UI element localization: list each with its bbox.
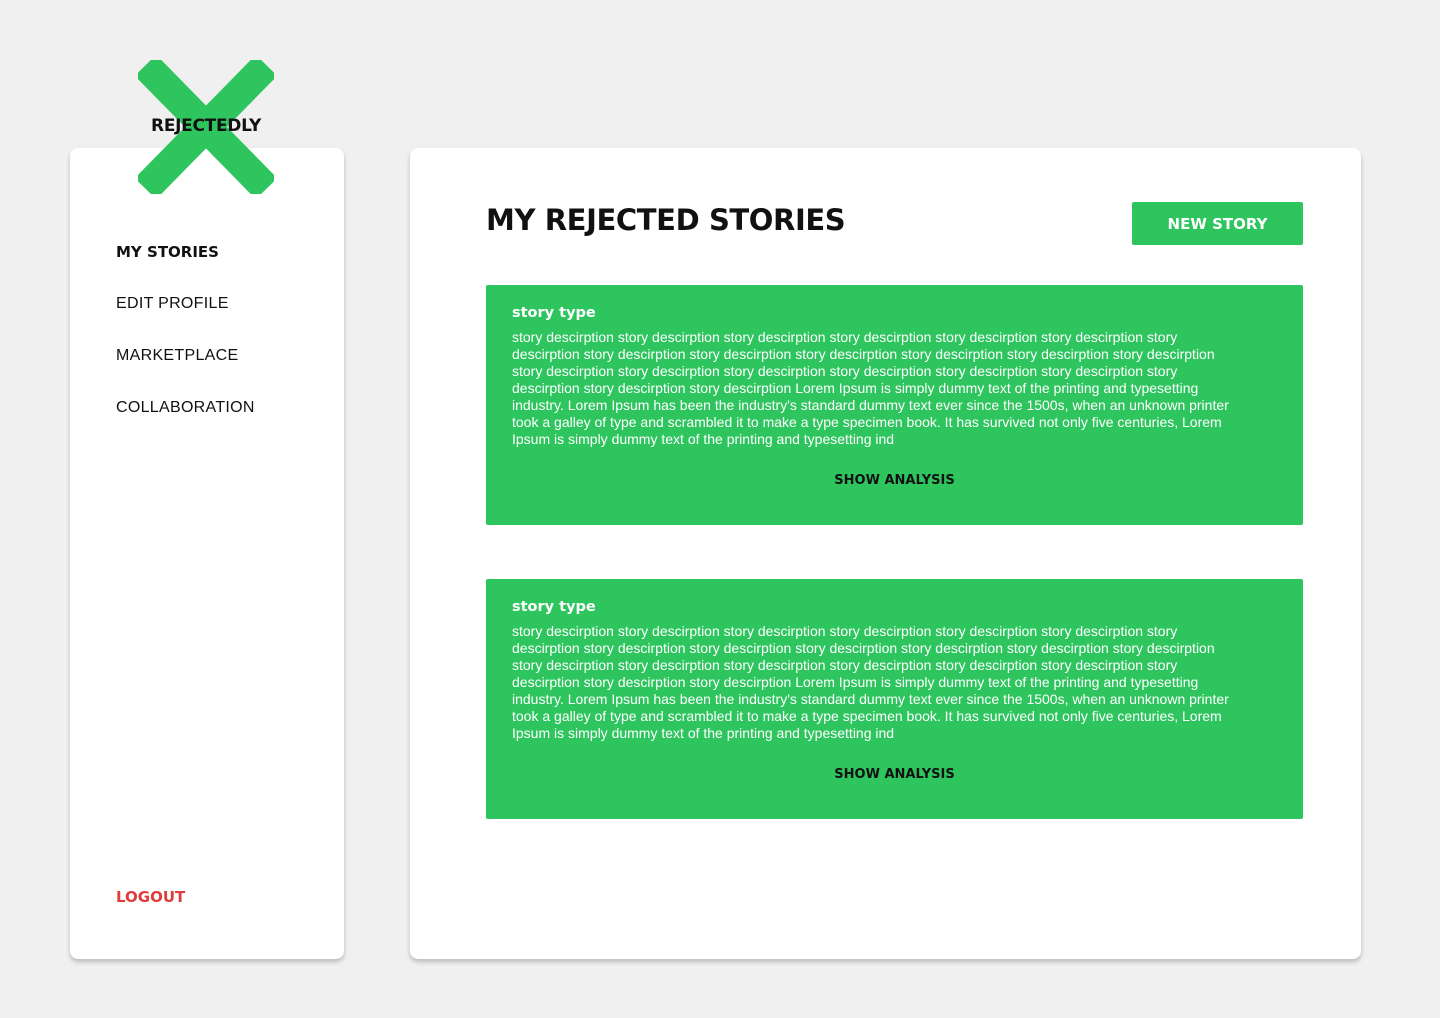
sidebar-item-collaboration[interactable]: COLLABORATION xyxy=(116,398,255,450)
story-card: story type story descirption story desci… xyxy=(486,285,1303,525)
logo[interactable]: REJECTEDLY xyxy=(138,60,274,194)
main-panel: MY REJECTED STORIES NEW STORY story type… xyxy=(410,148,1361,959)
story-type: story type xyxy=(512,599,596,615)
sidebar: MY STORIES EDIT PROFILE MARKETPLACE COLL… xyxy=(70,148,344,959)
new-story-button[interactable]: NEW STORY xyxy=(1132,202,1303,245)
show-analysis-button[interactable]: SHOW ANALYSIS xyxy=(486,767,1303,782)
story-description: story descirption story descirption stor… xyxy=(512,329,1229,447)
page-title: MY REJECTED STORIES xyxy=(486,203,846,237)
sidebar-item-marketplace[interactable]: MARKETPLACE xyxy=(116,346,255,398)
show-analysis-button[interactable]: SHOW ANALYSIS xyxy=(486,473,1303,488)
sidebar-item-my-stories[interactable]: MY STORIES xyxy=(116,242,255,294)
sidebar-item-edit-profile[interactable]: EDIT PROFILE xyxy=(116,294,255,346)
story-type: story type xyxy=(512,305,596,321)
brand-name: REJECTEDLY xyxy=(151,116,261,136)
story-card: story type story descirption story desci… xyxy=(486,579,1303,819)
logout-link[interactable]: LOGOUT xyxy=(116,888,185,906)
story-description: story descirption story descirption stor… xyxy=(512,623,1229,741)
sidebar-nav: MY STORIES EDIT PROFILE MARKETPLACE COLL… xyxy=(116,242,255,450)
